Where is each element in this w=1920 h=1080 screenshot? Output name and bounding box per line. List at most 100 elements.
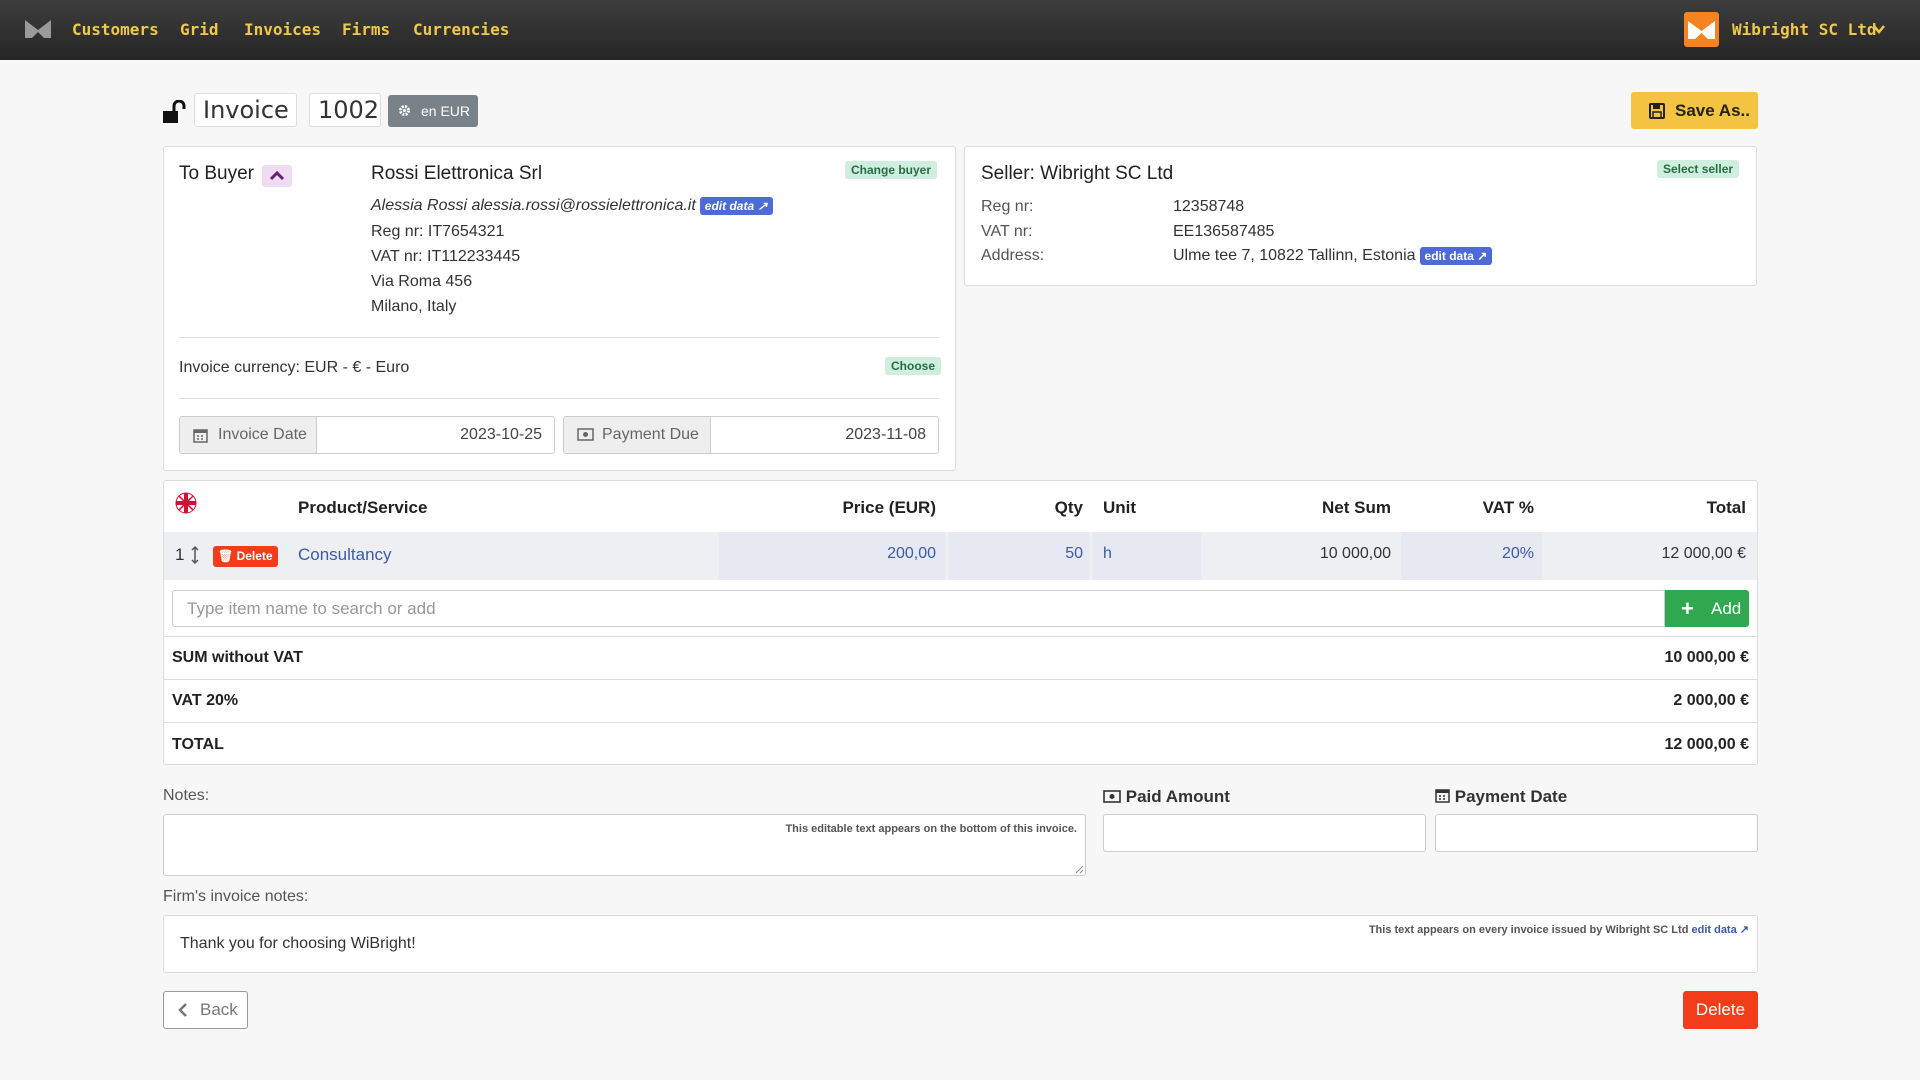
invoice-currency: Invoice currency: EUR - € - Euro (179, 359, 410, 376)
header-qty: Qty (1054, 498, 1083, 517)
buyer-edit-data-button[interactable]: edit data ↗ (699, 197, 773, 215)
invoice-date-label: Invoice Date (218, 426, 307, 443)
row-price[interactable]: 200,00 (887, 545, 936, 563)
calendar-icon (1435, 789, 1450, 803)
collapse-toggle[interactable] (262, 165, 292, 187)
save-as-button[interactable]: Save As.. (1631, 92, 1758, 129)
money-icon (1103, 790, 1121, 803)
buyer-edit-label: edit data (704, 199, 755, 213)
vat-value: 2 000,00 € (1673, 692, 1749, 709)
firm-logo-icon[interactable] (1684, 12, 1719, 47)
plus-icon: + (1681, 596, 1694, 621)
resize-handle-icon[interactable] (1075, 865, 1084, 874)
select-seller-button[interactable]: Select seller (1657, 160, 1740, 178)
invoice-title-field[interactable]: Invoice (194, 93, 297, 127)
nav-grid[interactable]: Grid (180, 20, 219, 39)
seller-edit-data-button[interactable]: edit data ↗ (1419, 247, 1493, 265)
row-qty[interactable]: 50 (1065, 545, 1083, 563)
choose-currency-button[interactable]: Choose (885, 357, 942, 375)
invoice-date-group[interactable]: Invoice Date 2023-10-25 (179, 416, 555, 454)
language-currency-label: en EUR (421, 103, 471, 119)
notes-label: Notes: (163, 787, 210, 804)
row-unit[interactable]: h (1103, 545, 1112, 563)
back-button[interactable]: Back (163, 991, 248, 1029)
buyer-heading: To Buyer (179, 163, 254, 184)
header-total: Total (1706, 498, 1746, 517)
payment-due-label-addon: Payment Due (564, 417, 711, 453)
uk-flag-icon[interactable] (175, 492, 197, 514)
delete-invoice-button[interactable]: Delete (1683, 991, 1758, 1029)
buyer-contact-line: Alessia Rossi alessia.rossi@rossielettro… (371, 197, 773, 215)
invoice-number-field[interactable]: 1002 (309, 93, 381, 127)
chevron-left-icon (178, 1003, 187, 1017)
vat-label: VAT 20% (172, 692, 239, 709)
paid-amount-input[interactable] (1103, 814, 1426, 852)
add-item-label: Add (1711, 599, 1742, 618)
total-value: 12 000,00 € (1664, 736, 1749, 753)
nav-invoices[interactable]: Invoices (244, 20, 321, 39)
seller-vat-label: VAT nr: (981, 223, 1033, 240)
buyer-contact: Alessia Rossi alessia.rossi@rossielettro… (371, 197, 696, 215)
notes-textarea[interactable]: This editable text appears on the bottom… (163, 814, 1086, 876)
buyer-name: Rossi Elettronica Srl (371, 163, 543, 184)
back-label: Back (200, 1000, 238, 1019)
seller-reg: 12358748 (1173, 198, 1245, 215)
row-delete-button[interactable]: 🗑 Delete (213, 546, 278, 567)
divider (164, 636, 1757, 637)
nav-customers[interactable]: Customers (72, 20, 159, 39)
sum-without-vat-value: 10 000,00 € (1664, 649, 1749, 666)
calendar-icon (193, 429, 208, 443)
language-currency-button[interactable]: en EUR (388, 95, 478, 127)
seller-reg-label: Reg nr: (981, 198, 1034, 215)
buyer-reg: Reg nr: IT7654321 (371, 223, 505, 240)
divider (179, 398, 939, 399)
seller-vat: EE136587485 (1173, 223, 1275, 240)
paid-amount-label: Paid Amount (1125, 787, 1230, 806)
floppy-disk-icon (1649, 103, 1665, 119)
invoice-date-label-addon: Invoice Date (180, 417, 317, 453)
divider (179, 337, 939, 338)
user-menu[interactable]: Wibright SC Ltd (1732, 20, 1877, 39)
header-product: Product/Service (298, 498, 428, 517)
row-vat[interactable]: 20% (1502, 545, 1534, 563)
firm-notes-edit-link[interactable]: edit data ↗ (1691, 924, 1749, 936)
change-buyer-button[interactable]: Change buyer (845, 161, 938, 179)
row-product[interactable]: Consultancy (298, 545, 392, 565)
item-search-placeholder: Type item name to search or add (187, 599, 436, 618)
chevron-up-icon (269, 170, 285, 181)
nav-currencies[interactable]: Currencies (413, 20, 509, 39)
paid-amount-heading: Paid Amount (1103, 787, 1230, 807)
firm-notes-box: This text appears on every invoice issue… (163, 915, 1758, 973)
buyer-city: Milano, Italy (371, 298, 457, 315)
header-unit: Unit (1103, 498, 1137, 517)
divider (164, 722, 1757, 723)
nav-firms[interactable]: Firms (342, 20, 390, 39)
trash-icon: 🗑 (218, 549, 234, 563)
seller-heading: Seller: Wibright SC Ltd (981, 163, 1174, 184)
top-navbar: Customers Grid Invoices Firms Currencies… (0, 0, 1920, 60)
invoice-date-value[interactable]: 2023-10-25 (460, 417, 542, 453)
sum-without-vat-label: SUM without VAT (172, 649, 303, 666)
unlock-icon[interactable] (162, 100, 186, 124)
drag-handle-icon[interactable] (190, 545, 200, 565)
payment-due-value[interactable]: 2023-11-08 (845, 417, 926, 453)
gear-icon (399, 105, 410, 116)
row-total: 12 000,00 € (1661, 545, 1746, 562)
row-net-sum: 10 000,00 (1319, 545, 1391, 562)
divider (164, 679, 1757, 680)
item-search-input[interactable]: Type item name to search or add (172, 590, 1665, 627)
firm-notes-edit-label: edit data (1691, 924, 1737, 936)
payment-due-group[interactable]: Payment Due 2023-11-08 (563, 416, 939, 454)
row-number: 1 (175, 545, 185, 564)
chevron-down-icon[interactable] (1872, 22, 1886, 36)
firm-notes-hint-line: This text appears on every invoice issue… (1369, 923, 1749, 936)
seller-address-line: Ulme tee 7, 10822 Tallinn, Estonia edit d… (1173, 247, 1493, 265)
header-price: Price (EUR) (842, 498, 936, 517)
total-label: TOTAL (172, 736, 224, 753)
header-vat: VAT % (1482, 498, 1534, 517)
header-net-sum: Net Sum (1322, 498, 1391, 517)
firm-notes-text: Thank you for choosing WiBright! (180, 935, 416, 952)
payment-date-input[interactable] (1435, 814, 1758, 852)
add-item-button[interactable]: + Add (1665, 590, 1749, 627)
app-logo-icon[interactable] (24, 18, 52, 40)
